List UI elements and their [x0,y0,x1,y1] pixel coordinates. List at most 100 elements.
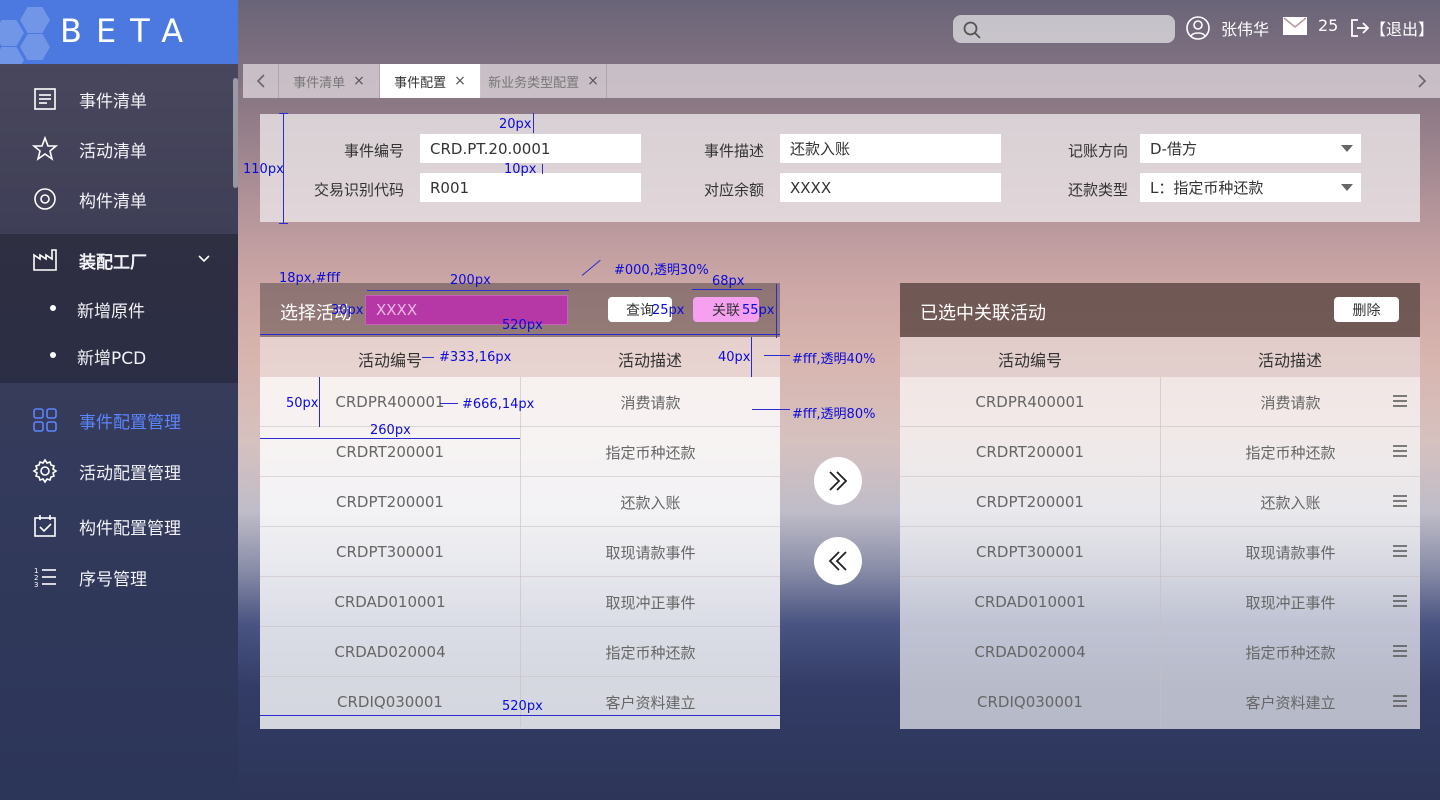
activity-desc: 指定币种还款 [520,627,780,677]
sidebar-item-label: 事件清单 [79,91,147,112]
balance-field[interactable]: XXXX [780,173,1001,202]
sidebar-subitem-new-pcd[interactable]: 新增PCD [0,335,238,375]
table-row[interactable]: CRDAD020004 指定币种还款 [900,627,1420,677]
sort-handle-icon[interactable] [1392,643,1408,659]
sidebar: BETA 事件清单 活动清单 构件清单 装配工厂 新增原件 新增PCD 事件配置… [0,0,238,800]
tab-scroll-right[interactable] [1404,64,1440,98]
sort-handle-icon[interactable] [1392,543,1408,559]
annotation-label: #fff,透明40% [792,352,876,367]
sidebar-item-label: 构件配置管理 [79,518,181,539]
sidebar-item-event-config[interactable]: 事件配置管理 [0,398,238,442]
double-chevron-left-icon [828,551,847,571]
activity-desc: 取现冲正事件 [1160,577,1420,627]
table-header: 活动编号 活动描述 [260,337,780,377]
sort-handle-icon[interactable] [1392,493,1408,509]
tab-event-list[interactable]: 事件清单 × [279,64,380,98]
activity-code: CRDPT200001 [336,493,444,511]
target-icon [34,188,56,210]
table-row[interactable]: CRDIQ030001 客户资料建立 [900,677,1420,727]
sort-handle-icon[interactable] [1392,593,1408,609]
close-icon[interactable]: × [353,73,365,89]
annotation-label: 18px,#fff [279,271,341,286]
sidebar-item-sequence[interactable]: 123 序号管理 [0,555,238,599]
table-row[interactable]: CRDAD010001 取现冲正事件 [900,577,1420,627]
logout-label: 【退出】 [1370,20,1435,39]
sidebar-item-event-list[interactable]: 事件清单 [0,77,238,121]
move-right-button[interactable] [814,457,862,505]
dimension-line [260,715,780,716]
activity-desc: 还款入账 [520,477,780,527]
tab-new-business-type[interactable]: 新业务类型配置 × [481,64,607,98]
sidebar-item-component-config[interactable]: 构件配置管理 [0,504,238,548]
gear-icon [32,458,58,484]
annotation-label: 20px [499,117,532,132]
table-row[interactable]: CRDAD020004 指定币种还款 [260,627,780,677]
dimension-line [581,259,601,276]
table-row[interactable]: CRDPT300001 取现请款事件 [260,527,780,577]
txn-code-field[interactable]: R001 [420,173,641,202]
dimension-line [764,355,790,356]
tab-scroll-left[interactable] [243,64,279,98]
dimension-line [279,113,288,114]
direction-label: 记账方向 [1067,142,1128,160]
chevron-left-icon [256,74,265,88]
sort-handle-icon[interactable] [1392,693,1408,709]
logout-button[interactable]: 【退出】 [1350,16,1434,40]
close-icon[interactable]: × [587,73,599,89]
sidebar-item-label: 事件配置管理 [79,412,181,433]
annotation-label: #333,16px [439,350,512,365]
search-input[interactable] [953,15,1175,43]
sidebar-scrollbar[interactable] [233,78,238,188]
search-icon[interactable] [963,21,981,39]
sidebar-subitem-new-original[interactable]: 新增原件 [0,288,238,328]
annotation-label: 10px [504,162,537,177]
sidebar-item-label: 活动配置管理 [79,463,181,484]
table-row[interactable]: CRDPT200001 还款入账 [900,477,1420,527]
delete-button[interactable]: 删除 [1334,297,1399,322]
activity-code: CRDAD020004 [334,643,446,661]
sidebar-subitem-label: 新增PCD [77,349,147,369]
activity-code: CRDPT300001 [336,543,444,561]
double-chevron-right-icon [829,471,848,491]
sort-handle-icon[interactable] [1392,393,1408,409]
numbered-list-icon: 123 [34,567,56,589]
grid-icon [33,408,57,432]
direction-select[interactable]: D-借方 [1140,134,1361,163]
activity-desc: 取现请款事件 [1160,527,1420,577]
table-row[interactable]: CRDPT200001 还款入账 [260,477,780,527]
table-row[interactable]: CRDPT300001 取现请款事件 [900,527,1420,577]
user-name: 张伟华 [1221,20,1270,39]
repay-type-select[interactable]: L：指定币种还款 [1140,173,1361,202]
sidebar-item-label: 构件清单 [79,191,147,212]
tab-event-config[interactable]: 事件配置 × [380,64,481,98]
search-box [953,15,1175,43]
activity-code: CRDRT200001 [975,443,1085,461]
sidebar-group-header[interactable]: 装配工厂 [0,238,238,282]
sidebar-subitem-label: 新增原件 [77,302,145,322]
table-row[interactable]: CRDPR400001 消费请款 [900,377,1420,427]
direction-value: D-借方 [1150,140,1197,158]
table-row[interactable]: CRDRT200001 指定币种还款 [260,427,780,477]
sort-handle-icon[interactable] [1392,443,1408,459]
annotation-label: 200px [450,273,491,288]
activity-code: CRDPT300001 [976,543,1084,561]
event-no-field[interactable]: CRD.PT.20.0001 [420,134,641,163]
table-row[interactable]: CRDAD010001 取现冲正事件 [260,577,780,627]
event-desc-field[interactable]: 还款入账 [780,134,1001,163]
dimension-line [692,289,762,290]
user-menu[interactable]: 张伟华 [1186,16,1269,40]
close-icon[interactable]: × [454,73,466,89]
chevron-right-icon [1418,74,1427,88]
move-left-button[interactable] [814,537,862,585]
table-row[interactable]: CRDRT200001 指定币种还款 [900,427,1420,477]
sidebar-item-activity-list[interactable]: 活动清单 [0,127,238,171]
selected-activity-panel: 已选中关联活动 删除 活动编号 活动描述 CRDPR400001 消费请款 CRD… [900,283,1420,729]
dimension-line [279,223,288,224]
sidebar-item-label: 装配工厂 [79,252,147,273]
annotation-label: 68px [712,274,745,289]
annotation-label: #fff,透明80% [792,407,876,422]
mail-button[interactable]: 25 [1283,16,1338,35]
sidebar-item-component-list[interactable]: 构件清单 [0,177,238,221]
panel-header: 已选中关联活动 删除 [900,283,1420,337]
sidebar-item-activity-config[interactable]: 活动配置管理 [0,449,238,493]
